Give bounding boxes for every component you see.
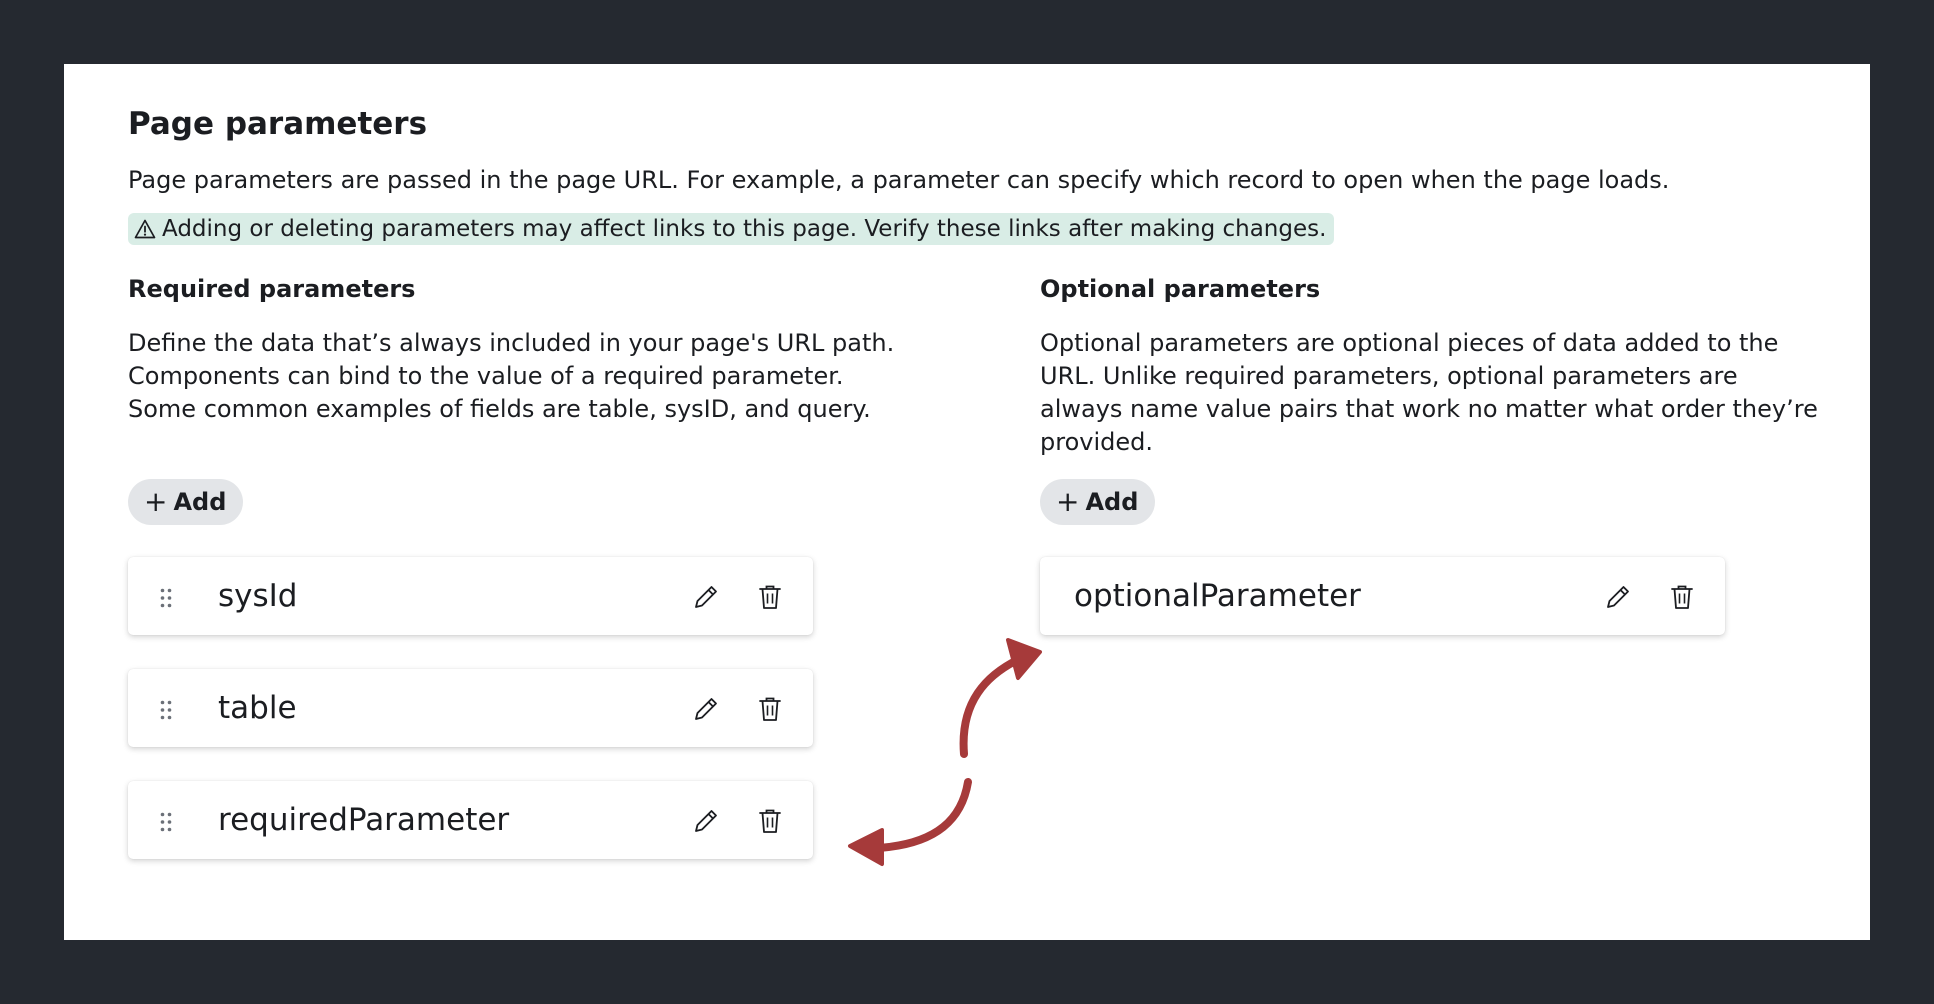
pencil-icon[interactable] [690,693,722,725]
drag-handle-icon[interactable] [160,588,172,608]
parameter-name: table [218,690,297,726]
description-line: URL. Unlike required parameters, optiona… [1040,362,1738,390]
required-parameters-description: Define the data that’s always included i… [128,327,908,459]
description-line: always name value pairs that work no mat… [1040,395,1818,423]
page-title: Page parameters [128,106,428,142]
warning-text: Adding or deleting parameters may affect… [162,216,1327,242]
parameter-name: sysId [218,578,298,614]
add-button-label: Add [1085,488,1139,516]
description-line: Components can bind to the value of a re… [128,362,844,390]
optional-parameter-list: optionalParameter [1040,557,1840,635]
drag-handle-icon[interactable] [160,812,172,832]
optional-parameters-description: Optional parameters are optional pieces … [1040,327,1840,459]
curved-arrow-icon [848,778,972,866]
parameter-card-optionalparameter: optionalParameter [1040,557,1725,635]
optional-parameters-section: Optional parameters Optional parameters … [1040,271,1840,669]
required-parameters-section: Required parameters Define the data that… [128,271,908,893]
optional-parameters-heading: Optional parameters [1040,275,1321,303]
required-parameters-heading: Required parameters [128,275,416,303]
pencil-icon[interactable] [690,805,722,837]
parameter-card-sysid: sysId [128,557,813,635]
page-parameters-panel: Page parameters Page parameters are pass… [64,64,1870,940]
warning-triangle-icon [132,216,158,242]
add-required-parameter-button[interactable]: + Add [128,479,244,525]
parameter-name: requiredParameter [218,802,510,838]
required-parameter-list: sysId table requiredParameter [128,557,908,859]
parameter-card-requiredparameter: requiredParameter [128,781,813,859]
parameter-card-table: table [128,669,813,747]
description-line: Some common examples of fields are table… [128,395,871,423]
pencil-icon[interactable] [1602,581,1634,613]
curved-arrow-icon [959,638,1042,758]
trash-icon[interactable] [754,805,786,837]
intro-text: Page parameters are passed in the page U… [128,166,1670,194]
parameter-name: optionalParameter [1074,578,1361,614]
description-line: Optional parameters are optional pieces … [1040,329,1779,357]
trash-icon[interactable] [1666,581,1698,613]
drag-handle-icon[interactable] [160,700,172,720]
pencil-icon[interactable] [690,581,722,613]
trash-icon[interactable] [754,581,786,613]
warning-banner: Adding or deleting parameters may affect… [128,213,1335,245]
add-optional-parameter-button[interactable]: + Add [1040,479,1156,525]
description-line: provided. [1040,428,1153,456]
trash-icon[interactable] [754,693,786,725]
plus-icon: + [1056,485,1080,518]
description-line: Define the data that’s always included i… [128,329,895,357]
plus-icon: + [144,485,168,518]
add-button-label: Add [173,488,227,516]
